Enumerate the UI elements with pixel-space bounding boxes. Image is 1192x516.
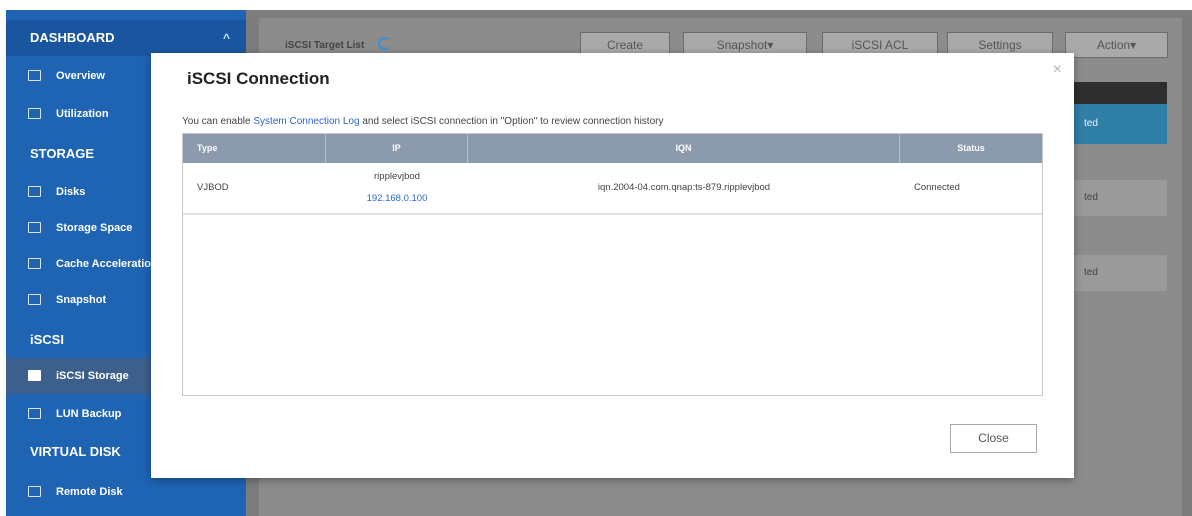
- storage-space-icon: [28, 222, 41, 233]
- table-row[interactable]: VJBOD ripplevjbod 192.168.0.100 iqn.2004…: [183, 163, 1042, 215]
- sidebar-section-dashboard[interactable]: DASHBOARD ^: [6, 20, 246, 56]
- dialog-title: iSCSI Connection: [187, 69, 330, 88]
- sidebar-item-label: Disks: [56, 186, 86, 198]
- column-header-type[interactable]: Type: [183, 134, 326, 163]
- target-row[interactable]: ted: [1070, 255, 1167, 291]
- column-header-iqn[interactable]: IQN: [468, 134, 900, 163]
- target-row-selected[interactable]: ted: [1070, 104, 1167, 144]
- utilization-icon: [28, 108, 41, 119]
- close-button[interactable]: Close: [950, 424, 1037, 453]
- lun-backup-icon: [28, 408, 41, 419]
- cell-ip: 192.168.0.100: [366, 193, 428, 204]
- iscsi-storage-icon: [28, 370, 41, 381]
- system-connection-log-link[interactable]: System Connection Log: [253, 116, 359, 127]
- remote-disk-icon: [28, 486, 41, 497]
- target-table-header: [1070, 82, 1167, 104]
- cell-iqn: iqn.2004-04.com.qnap:ts-879.ripplevjbod: [597, 182, 771, 193]
- column-header-status[interactable]: Status: [900, 134, 1042, 163]
- cell-status: Connected: [914, 182, 960, 193]
- sidebar-item-label: Utilization: [56, 108, 109, 120]
- snapshot-icon: [28, 294, 41, 305]
- sidebar-item-label: Snapshot: [56, 294, 107, 306]
- description-text: and select iSCSI connection in "Option" …: [359, 116, 664, 127]
- sidebar-item-label: Remote Disk: [56, 486, 123, 498]
- table-header: Type IP IQN Status: [183, 134, 1042, 163]
- iscsi-connection-dialog: × iSCSI Connection You can enable System…: [151, 53, 1074, 478]
- action-button[interactable]: Action▾: [1065, 32, 1168, 58]
- overview-icon: [28, 70, 41, 81]
- sidebar-section-label: DASHBOARD: [30, 30, 115, 45]
- connection-table: Type IP IQN Status VJBOD ripplevjbod 192…: [182, 133, 1043, 396]
- top-strip: [0, 0, 1192, 10]
- dialog-description: You can enable System Connection Log and…: [182, 116, 663, 127]
- sidebar-item-label: LUN Backup: [56, 408, 122, 420]
- target-row[interactable]: ted: [1070, 180, 1167, 216]
- chevron-up-icon[interactable]: ^: [223, 20, 230, 56]
- sidebar-section-label: iSCSI: [30, 332, 64, 347]
- cell-type: VJBOD: [197, 182, 229, 193]
- sidebar-item-label: Storage Space: [56, 222, 133, 234]
- sidebar-item-label: iSCSI Storage: [56, 370, 129, 382]
- close-icon[interactable]: ×: [1053, 61, 1062, 79]
- sidebar-section-label: STORAGE: [30, 146, 95, 161]
- sidebar-section-label: VIRTUAL DISK: [30, 444, 121, 459]
- target-list-title: iSCSI Target List: [285, 40, 365, 51]
- description-text: You can enable: [182, 116, 254, 127]
- column-header-ip[interactable]: IP: [326, 134, 468, 163]
- cell-host: ripplevjbod: [374, 171, 420, 182]
- sidebar-item-label: Overview: [56, 70, 105, 82]
- refresh-icon[interactable]: [378, 37, 391, 50]
- sidebar-item-remote-disk[interactable]: Remote Disk: [6, 474, 246, 510]
- sidebar-item-label: Cache Acceleratio: [56, 258, 151, 270]
- cache-icon: [28, 258, 41, 269]
- disks-icon: [28, 186, 41, 197]
